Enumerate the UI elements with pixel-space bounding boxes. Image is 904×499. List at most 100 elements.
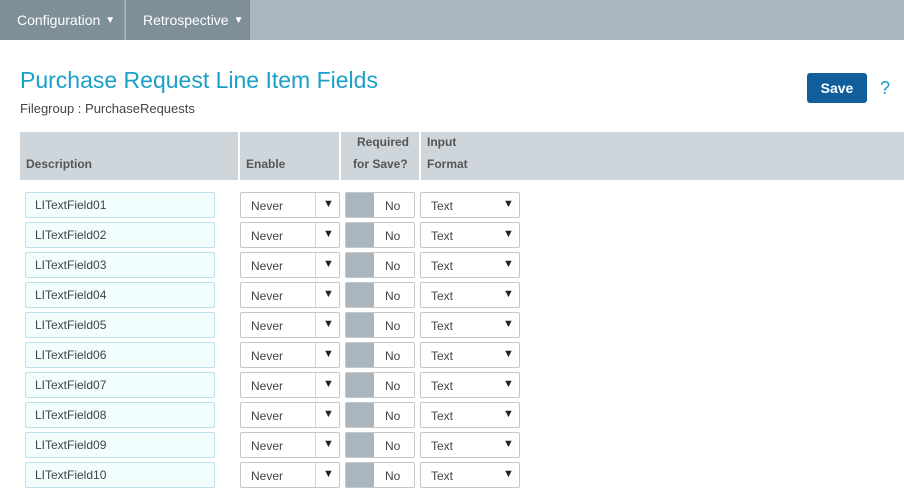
required-value: No: [385, 379, 401, 393]
top-nav-bar: Configuration ▼ Retrospective ▼: [0, 0, 904, 40]
required-value: No: [385, 319, 401, 333]
enable-value: Never: [251, 319, 284, 333]
caret-down-icon: ▼: [503, 288, 514, 300]
select-divider: [315, 193, 316, 217]
column-header-enable: Enable: [240, 132, 341, 180]
enable-select[interactable]: Never ▼: [240, 282, 340, 308]
input-format-select[interactable]: Text ▼: [420, 282, 520, 308]
input-format-select[interactable]: Text ▼: [420, 312, 520, 338]
caret-down-icon: ▼: [323, 378, 334, 390]
help-icon[interactable]: ?: [880, 78, 890, 99]
enable-select[interactable]: Never ▼: [240, 462, 340, 488]
toggle-knob: [346, 283, 374, 307]
chevron-down-icon: ▼: [105, 14, 116, 26]
required-toggle[interactable]: No: [345, 342, 415, 368]
description-input[interactable]: LITextField04: [25, 282, 215, 308]
select-divider: [315, 433, 316, 457]
caret-down-icon: ▼: [503, 258, 514, 270]
description-input[interactable]: LITextField09: [25, 432, 215, 458]
enable-value: Never: [251, 349, 284, 363]
description-input[interactable]: LITextField03: [25, 252, 215, 278]
select-divider: [315, 313, 316, 337]
select-divider: [315, 223, 316, 247]
toggle-knob: [346, 433, 374, 457]
save-button[interactable]: Save: [807, 73, 867, 103]
caret-down-icon: ▼: [503, 408, 514, 420]
enable-select[interactable]: Never ▼: [240, 312, 340, 338]
column-header-input-format: Input Format: [427, 135, 468, 171]
description-input[interactable]: LITextField07: [25, 372, 215, 398]
enable-select[interactable]: Never ▼: [240, 222, 340, 248]
retrospective-label: Retrospective: [143, 12, 229, 28]
retrospective-menu[interactable]: Retrospective ▼: [126, 0, 250, 40]
configuration-menu[interactable]: Configuration ▼: [0, 0, 125, 40]
required-toggle[interactable]: No: [345, 312, 415, 338]
select-divider: [315, 373, 316, 397]
table-header: Description Enable Required for Save? In…: [20, 132, 904, 180]
input-format-value: Text: [431, 229, 454, 243]
toggle-knob: [346, 193, 374, 217]
description-input[interactable]: LITextField01: [25, 192, 215, 218]
input-format-select[interactable]: Text ▼: [420, 222, 520, 248]
input-format-select[interactable]: Text ▼: [420, 252, 520, 278]
description-value: LITextField10: [35, 468, 107, 482]
required-toggle[interactable]: No: [345, 372, 415, 398]
enable-select[interactable]: Never ▼: [240, 402, 340, 428]
required-toggle[interactable]: No: [345, 222, 415, 248]
required-value: No: [385, 259, 401, 273]
caret-down-icon: ▼: [503, 228, 514, 240]
enable-select[interactable]: Never ▼: [240, 252, 340, 278]
input-format-value: Text: [431, 439, 454, 453]
description-value: LITextField06: [35, 348, 107, 362]
description-input[interactable]: LITextField05: [25, 312, 215, 338]
description-value: LITextField02: [35, 228, 107, 242]
input-format-select[interactable]: Text ▼: [420, 342, 520, 368]
description-input[interactable]: LITextField10: [25, 462, 215, 488]
caret-down-icon: ▼: [323, 438, 334, 450]
toggle-knob: [346, 463, 374, 487]
description-input[interactable]: LITextField06: [25, 342, 215, 368]
enable-value: Never: [251, 259, 284, 273]
select-divider: [315, 253, 316, 277]
enable-value: Never: [251, 439, 284, 453]
caret-down-icon: ▼: [323, 288, 334, 300]
required-toggle[interactable]: No: [345, 252, 415, 278]
required-toggle[interactable]: No: [345, 282, 415, 308]
input-format-value: Text: [431, 409, 454, 423]
toggle-knob: [346, 343, 374, 367]
column-header-required: Required for Save?: [341, 132, 421, 180]
select-divider: [315, 403, 316, 427]
description-input[interactable]: LITextField02: [25, 222, 215, 248]
select-divider: [315, 283, 316, 307]
caret-down-icon: ▼: [323, 318, 334, 330]
filegroup-label: Filegroup : PurchaseRequests: [20, 101, 195, 116]
caret-down-icon: ▼: [503, 378, 514, 390]
toggle-knob: [346, 253, 374, 277]
toggle-knob: [346, 373, 374, 397]
required-value: No: [385, 229, 401, 243]
caret-down-icon: ▼: [503, 198, 514, 210]
enable-select[interactable]: Never ▼: [240, 432, 340, 458]
enable-select[interactable]: Never ▼: [240, 342, 340, 368]
enable-select[interactable]: Never ▼: [240, 192, 340, 218]
column-header-description: Description: [20, 132, 240, 180]
input-format-value: Text: [431, 379, 454, 393]
input-format-select[interactable]: Text ▼: [420, 192, 520, 218]
enable-select[interactable]: Never ▼: [240, 372, 340, 398]
required-toggle[interactable]: No: [345, 432, 415, 458]
description-value: LITextField08: [35, 408, 107, 422]
input-format-select[interactable]: Text ▼: [420, 402, 520, 428]
description-input[interactable]: LITextField08: [25, 402, 215, 428]
input-format-select[interactable]: Text ▼: [420, 462, 520, 488]
required-value: No: [385, 439, 401, 453]
required-toggle[interactable]: No: [345, 192, 415, 218]
required-toggle[interactable]: No: [345, 462, 415, 488]
caret-down-icon: ▼: [323, 258, 334, 270]
required-toggle[interactable]: No: [345, 402, 415, 428]
input-format-select[interactable]: Text ▼: [420, 432, 520, 458]
description-value: LITextField03: [35, 258, 107, 272]
required-value: No: [385, 349, 401, 363]
enable-value: Never: [251, 229, 284, 243]
input-format-select[interactable]: Text ▼: [420, 372, 520, 398]
description-value: LITextField09: [35, 438, 107, 452]
